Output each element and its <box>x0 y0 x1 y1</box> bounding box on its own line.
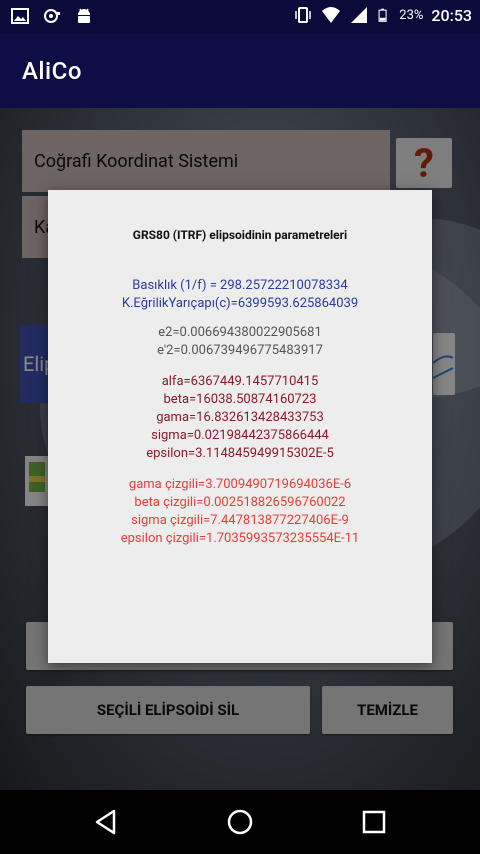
beta-cizgili-value: beta çizgili=0.0025188265967600​22 <box>134 495 346 510</box>
notification-icons <box>10 6 94 26</box>
sigma-value: sigma=0.02198442375866444 <box>151 428 329 443</box>
home-icon[interactable] <box>226 808 254 836</box>
clock: 20:53 <box>431 5 472 25</box>
status-bar: 23% 20:53 <box>0 0 480 33</box>
epsilon-value: epsilon=3.114845949915302E-5 <box>146 446 334 461</box>
epsilon-cizgili-value: epsilon çizgili=1.7035993573235554E-11 <box>120 531 360 546</box>
recents-icon[interactable] <box>360 808 388 836</box>
e2-prime-value: e'2=0.006739496775483917 <box>157 343 323 358</box>
back-icon[interactable] <box>92 808 120 836</box>
system-icons: 23% 20:53 <box>293 5 472 25</box>
app-title: AliCo <box>22 57 82 85</box>
navigation-bar <box>0 790 480 854</box>
dialog-title: GRS80 (ITRF) elipsoidinin parametreleri <box>132 228 348 242</box>
signal-icon <box>351 7 368 23</box>
gama-cizgili-value: gama çizgili=3.7009490719694036E-6 <box>128 477 352 492</box>
sigma-cizgili-value: sigma çizgili=7.447813877227406E-9 <box>131 513 349 528</box>
ellipsoid-parameters-dialog: GRS80 (ITRF) elipsoidinin parametreleri … <box>48 190 432 663</box>
e2-value: e2=0.006694380022905681 <box>158 325 322 340</box>
bug-report-icon <box>44 9 60 23</box>
wifi-icon <box>322 7 341 23</box>
alfa-value: alfa=6367449.1457710415 <box>161 374 319 389</box>
image-notification-icon <box>11 8 29 24</box>
battery-icon <box>378 8 387 22</box>
radius-value: K.EğrilikYarıçapı(c)=6399593.625864039 <box>121 296 359 311</box>
android-icon <box>78 8 90 23</box>
vibrate-icon <box>295 7 312 23</box>
beta-value: beta=16038.50874160723 <box>163 392 317 407</box>
flattening-value: Basıklık (1/f) = 298.25722210078334 <box>132 278 348 293</box>
app-bar: AliCo <box>0 33 480 108</box>
gama-value: gama=16.832613428433753 <box>156 410 324 425</box>
battery-percent: 23% <box>399 7 424 23</box>
